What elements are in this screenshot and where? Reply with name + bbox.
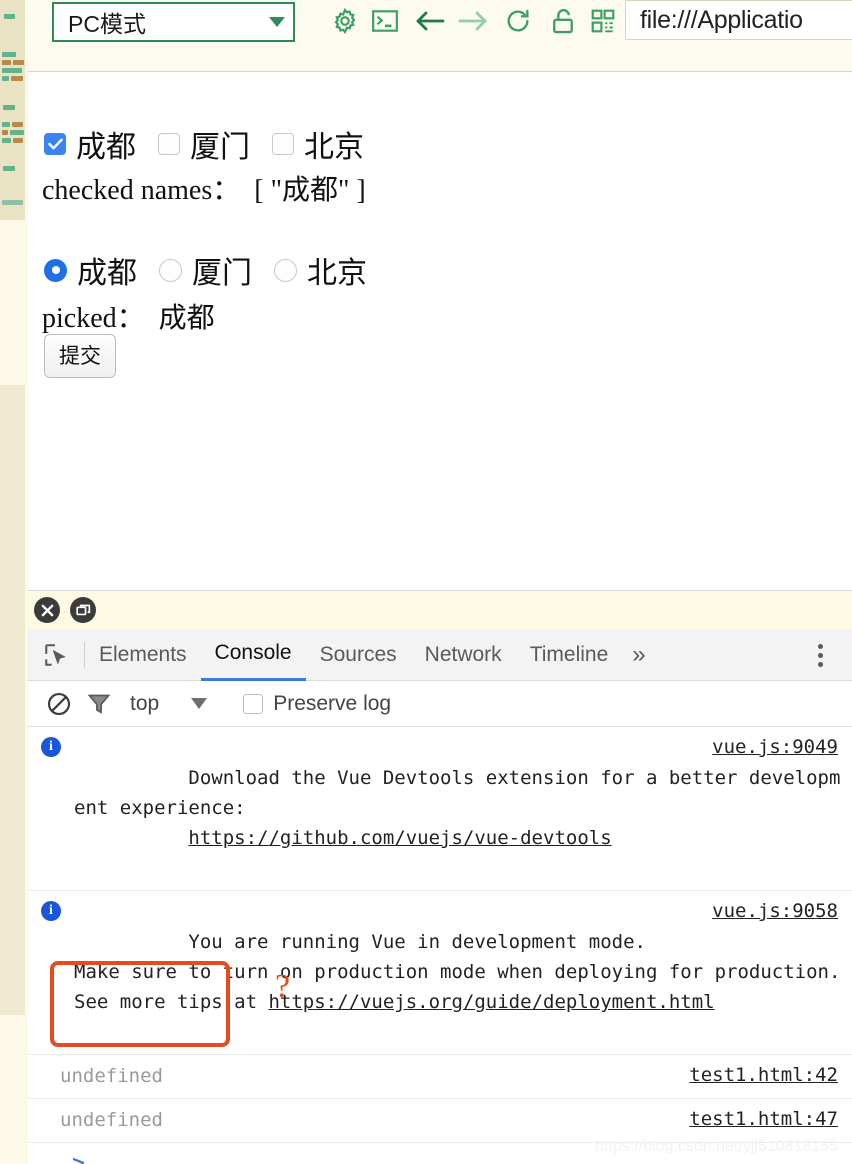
submit-button-row: 提交 [44,334,116,378]
tab-console[interactable]: Console [200,629,306,681]
terminal-icon[interactable] [368,4,402,38]
console-message[interactable]: i Download the Vue Devtools extension fo… [28,727,852,892]
submit-button[interactable]: 提交 [44,334,116,378]
device-mode-value: PC模式 [68,11,146,37]
prompt-chevron-icon: > [72,1151,85,1164]
devtools-topbar [28,591,852,629]
devtools-tabbar: Elements Console Sources Network Timelin… [28,629,852,681]
console-toolbar: top Preserve log [28,681,852,727]
checked-names-output: checked names： [ "成都" ] [42,175,366,206]
page-viewport: 成都 厦门 北京 checked names： [ "成都" ] 成都 厦门 北… [28,72,852,590]
editor-scroll-band[interactable] [0,385,25,1015]
console-source-link[interactable]: test1.html:47 [689,1108,838,1130]
watermark: https://blog.csdn.net/yjj510818155 [595,1138,838,1155]
console-message[interactable]: i You are running Vue in development mod… [28,891,852,1056]
tab-network[interactable]: Network [411,629,516,681]
qr-code-icon[interactable] [586,4,620,38]
checkbox-chengdu[interactable] [44,133,66,155]
checkbox-xiamen[interactable] [158,133,180,155]
radio-group: 成都 厦门 北京 [44,248,389,292]
console-source-link[interactable]: vue.js:9049 [712,736,838,758]
tab-timeline[interactable]: Timeline [516,629,623,681]
unlock-icon[interactable] [546,4,580,38]
radio-label-beijing: 北京 [307,257,367,290]
checkbox-group: 成都 厦门 北京 [44,122,386,166]
screenshot-root: PC模式 file:///Applicatio 成都 厦门 北京 checked… [0,0,852,1164]
picked-output: picked： 成都 [42,303,215,334]
console-messages: i Download the Vue Devtools extension fo… [28,727,852,1164]
preserve-log-checkbox[interactable] [243,693,264,714]
chevron-down-icon [269,17,285,27]
checkbox-label-chengdu: 成都 [76,131,136,164]
console-message[interactable]: undefined test1.html:42 [28,1055,852,1100]
console-context-select[interactable]: top [130,692,159,716]
console-message-body: Download the Vue Devtools extension for … [74,767,841,820]
gear-icon[interactable] [328,4,362,38]
console-message[interactable]: undefined test1.html:47 [28,1099,852,1144]
reload-icon[interactable] [501,4,535,38]
back-arrow-icon[interactable] [413,4,447,38]
console-source-link[interactable]: test1.html:42 [689,1064,838,1086]
console-source-link[interactable]: vue.js:9058 [712,900,838,922]
checkbox-label-beijing: 北京 [304,131,364,164]
preserve-log-toggle[interactable]: Preserve log [243,692,391,716]
inspect-element-icon[interactable] [28,629,84,681]
info-icon: i [28,733,74,883]
no-entry-icon[interactable] [46,691,72,717]
chevron-down-icon[interactable] [191,698,208,709]
forward-arrow-icon[interactable] [456,4,490,38]
checkbox-label-xiamen: 厦门 [190,131,250,164]
preserve-log-label: Preserve log [273,691,392,715]
devtools-panel: Elements Console Sources Network Timelin… [28,590,852,1164]
checkbox-beijing[interactable] [272,133,294,155]
funnel-icon[interactable] [86,691,112,717]
console-message-link[interactable]: https://github.com/vuejs/vue-devtools [188,827,611,849]
radio-xiamen[interactable] [159,258,182,282]
info-icon: i [28,897,74,1047]
editor-minimap[interactable] [0,0,25,220]
editor-left-strip [0,0,28,1164]
undock-icon[interactable] [70,597,96,623]
annotation-question-mark: ? [275,968,291,1005]
close-icon[interactable] [34,597,60,623]
radio-label-xiamen: 厦门 [192,257,252,290]
browser-toolbar: PC模式 file:///Applicatio [28,0,852,72]
radio-label-chengdu: 成都 [77,257,137,290]
tab-elements[interactable]: Elements [85,629,201,681]
address-bar-value: file:///Applicatio [640,5,803,34]
radio-chengdu[interactable] [44,258,67,282]
device-mode-select[interactable]: PC模式 [52,2,295,42]
devtools-menu-icon[interactable] [802,629,838,681]
tab-sources[interactable]: Sources [306,629,411,681]
more-tabs-icon[interactable]: » [622,629,655,681]
radio-beijing[interactable] [274,258,297,282]
console-message-link[interactable]: https://vuejs.org/guide/deployment.html [268,991,714,1013]
address-bar[interactable]: file:///Applicatio [625,0,852,40]
